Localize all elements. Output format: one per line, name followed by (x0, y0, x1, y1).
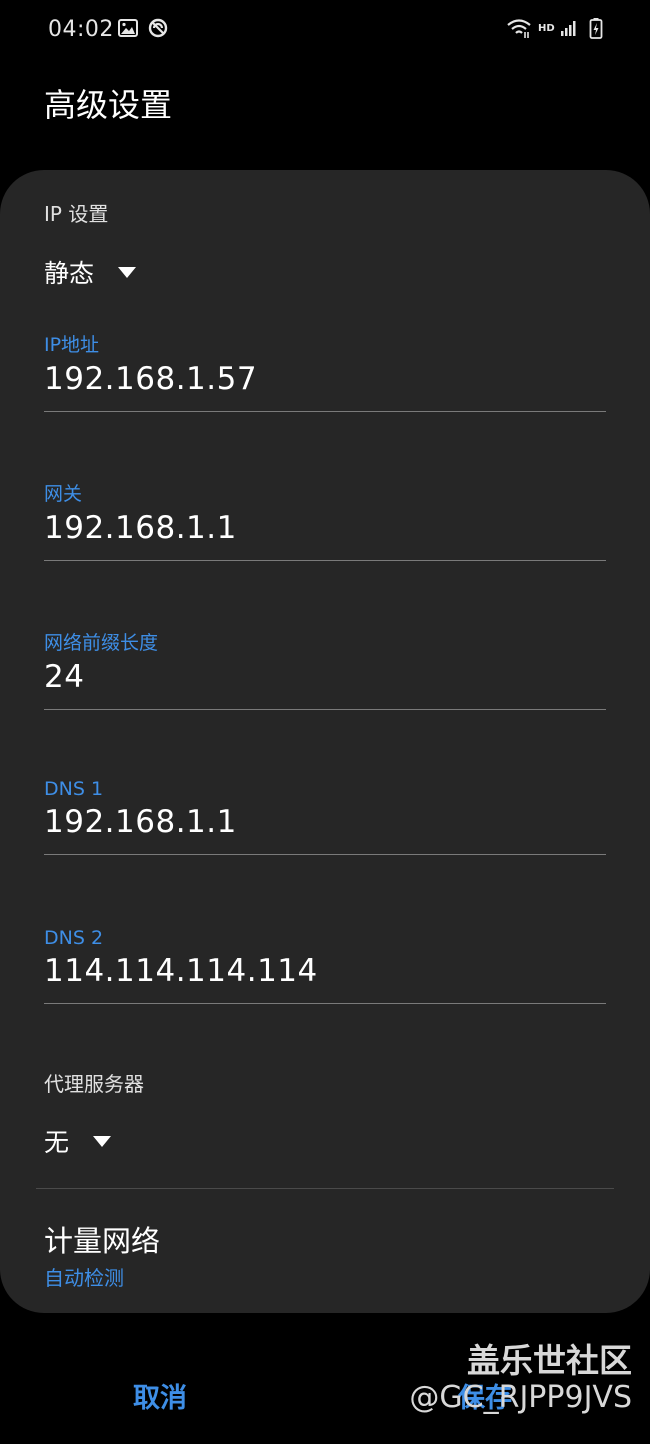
divider (36, 1188, 614, 1189)
ip-settings-dropdown[interactable]: 静态 (44, 254, 137, 290)
status-bar: 04:02 HD (0, 0, 650, 60)
sync-icon (148, 18, 168, 42)
cancel-button[interactable]: 取消 (133, 1376, 187, 1415)
dns1-label: DNS 1 (44, 778, 104, 800)
ip-settings-label: IP 设置 (44, 202, 109, 226)
metered-network-title: 计量网络 (44, 1224, 161, 1258)
battery-icon (589, 17, 603, 43)
input-underline (44, 1003, 606, 1004)
ip-settings-value: 静态 (44, 259, 95, 288)
ip-address-field[interactable]: IP地址 192.168.1.57 (44, 330, 606, 412)
ip-address-label: IP地址 (44, 334, 100, 356)
prefix-length-input[interactable]: 24 (44, 659, 606, 695)
dns1-field[interactable]: DNS 1 192.168.1.1 (44, 778, 606, 855)
proxy-dropdown[interactable]: 无 (44, 1123, 112, 1159)
input-underline (44, 709, 606, 710)
dropdown-arrow-icon (93, 1135, 112, 1147)
dns2-label: DNS 2 (44, 927, 104, 949)
prefix-length-label: 网络前缀长度 (44, 632, 159, 654)
page-title: 高级设置 (44, 86, 173, 124)
metered-network-value: 自动检测 (44, 1266, 124, 1290)
input-underline (44, 560, 606, 561)
proxy-label: 代理服务器 (44, 1072, 144, 1096)
input-underline (44, 854, 606, 855)
advanced-settings-card: IP 设置 静态 IP地址 192.168.1.57 网关 192.168.1.… (0, 170, 650, 1313)
ip-address-input[interactable]: 192.168.1.57 (44, 361, 606, 397)
status-time: 04:02 (48, 17, 114, 42)
gateway-label: 网关 (44, 483, 83, 505)
dns1-input[interactable]: 192.168.1.1 (44, 804, 606, 840)
image-icon (118, 18, 138, 42)
signal-icon (560, 19, 578, 41)
wifi-icon (506, 17, 532, 43)
dns2-field[interactable]: DNS 2 114.114.114.114 (44, 927, 606, 1004)
watermark-title: 盖乐世社区 (467, 1341, 632, 1380)
dns2-input[interactable]: 114.114.114.114 (44, 953, 606, 989)
gateway-input[interactable]: 192.168.1.1 (44, 510, 606, 546)
input-underline (44, 411, 606, 412)
proxy-value: 无 (44, 1128, 70, 1157)
dropdown-arrow-icon (118, 266, 137, 278)
gateway-field[interactable]: 网关 192.168.1.1 (44, 479, 606, 561)
hd-icon: HD (538, 23, 555, 34)
prefix-length-field[interactable]: 网络前缀长度 24 (44, 628, 606, 710)
watermark-handle: @GC_RJPP9JVS (409, 1380, 632, 1415)
